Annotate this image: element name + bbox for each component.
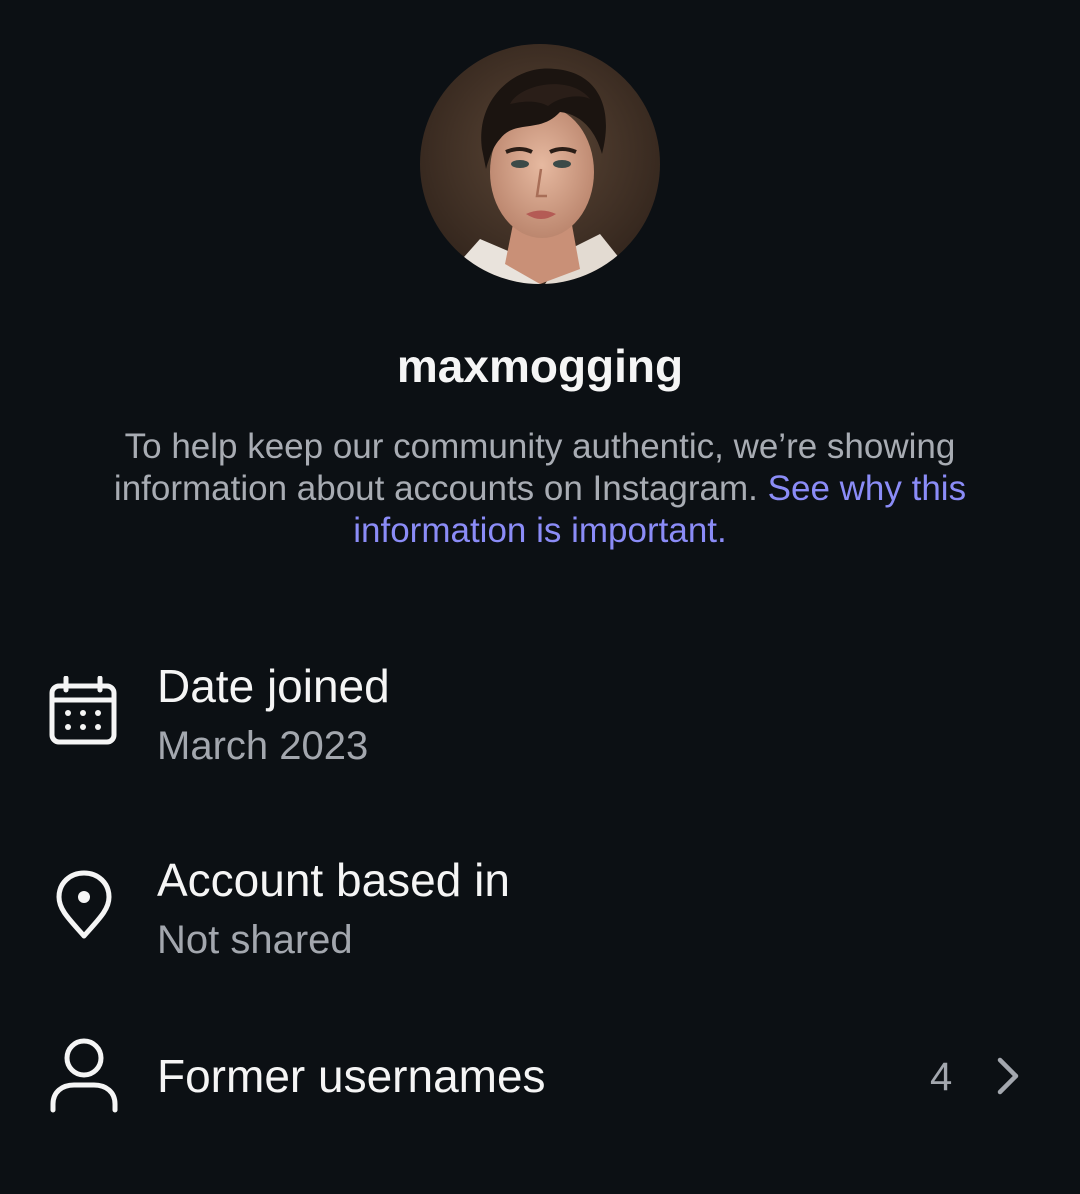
date-joined-row: Date joined March 2023 [0,650,1080,790]
location-pin-icon [48,870,120,947]
account-based-in-title: Account based in [157,854,510,906]
username: maxmogging [396,340,684,392]
date-joined-value: March 2023 [157,724,369,768]
former-usernames-count: 4 [930,1055,953,1099]
calendar-icon [48,675,120,753]
former-usernames-row[interactable]: Former usernames 4 [0,1036,1080,1116]
profile-avatar[interactable] [420,44,660,284]
date-joined-title: Date joined [157,660,390,712]
account-based-in-value: Not shared [157,918,353,962]
former-usernames-title: Former usernames [157,1050,546,1102]
account-based-in-row: Account based in Not shared [0,846,1080,986]
account-info-description: To help keep our community authentic, we… [90,426,990,552]
chevron-right-icon [994,1056,1022,1101]
person-icon [48,1038,120,1119]
